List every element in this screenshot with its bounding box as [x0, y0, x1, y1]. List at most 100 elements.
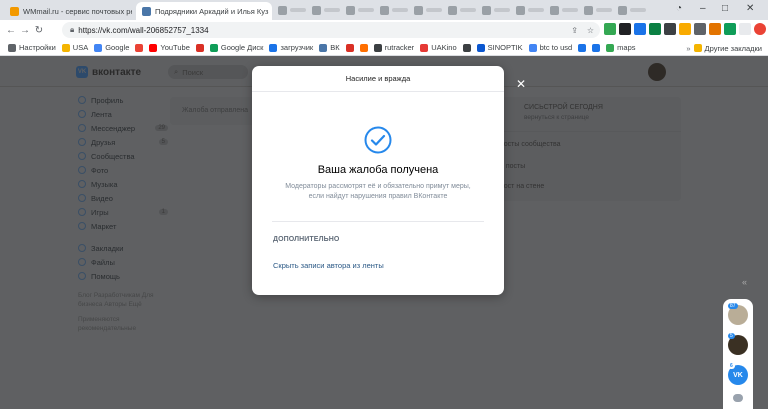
bookmark-item[interactable]: maps — [606, 43, 636, 52]
sidebar-item-market[interactable]: Маркет — [78, 219, 168, 233]
community-card: СИСЬСТРОЙ СЕГОДНЯ вернуться к странице п… — [498, 97, 681, 201]
uakino-icon — [420, 43, 429, 52]
extension-icon[interactable] — [709, 23, 721, 35]
unread-count-badge: 29 — [155, 125, 168, 131]
bookmark-item[interactable]: rutracker — [373, 43, 414, 52]
sidebar-item-messenger[interactable]: Мессенджер 29 — [78, 121, 168, 135]
unread-badge: 87 — [728, 303, 738, 309]
tab-mini[interactable] — [550, 4, 582, 16]
chat-avatar[interactable]: 87 — [728, 303, 748, 325]
bookmark-item[interactable]: UAKino — [420, 43, 457, 52]
tab-vk[interactable]: Подрядники Аркадий и Илья Куз ✕ — [136, 2, 272, 20]
extension-icon[interactable] — [724, 23, 736, 35]
reload-icon[interactable]: ↻ — [32, 25, 46, 36]
bookmark-item[interactable] — [345, 43, 354, 52]
bookmark-item[interactable] — [135, 43, 144, 52]
chat-avatar[interactable]: 5 — [728, 333, 748, 355]
sidebar-item-profile[interactable]: Профиль — [78, 93, 168, 107]
tab-mini[interactable] — [448, 4, 480, 16]
maps-icon — [606, 43, 615, 52]
collapse-chevron-icon[interactable]: « — [742, 277, 747, 287]
vk-favicon-icon — [142, 6, 151, 16]
window-close-icon[interactable]: ✕ — [746, 3, 754, 14]
sidebar-item-communities[interactable]: Сообщества — [78, 149, 168, 163]
maximize-icon[interactable]: □ — [722, 3, 728, 14]
history-icon[interactable]: ◔ — [676, 3, 682, 14]
tab-mini[interactable] — [584, 4, 616, 16]
bookmark-item[interactable]: загрузчик — [269, 43, 313, 52]
bookmark-item[interactable]: Google — [94, 43, 129, 52]
tab-mini[interactable] — [312, 4, 344, 16]
divider — [272, 221, 484, 222]
minimize-icon[interactable]: – — [700, 3, 706, 14]
sidebar-item-files[interactable]: Файлы — [78, 255, 168, 269]
bookmark-item[interactable]: btc to usd — [528, 43, 572, 52]
tab-wmmail[interactable]: WMmail.ru - сервис почтовых ре ✕ — [4, 2, 132, 20]
vk-chat-icon[interactable]: VK 6 — [728, 363, 748, 385]
community-name[interactable]: СИСЬСТРОЙ СЕГОДНЯ — [524, 104, 603, 111]
tab-title: WMmail.ru - сервис почтовых ре — [23, 6, 132, 16]
yandex-icon — [135, 43, 144, 52]
sidebar-item-games[interactable]: Игры 1 — [78, 205, 168, 219]
puzzle-icon[interactable] — [739, 23, 751, 35]
extension-icon[interactable] — [664, 23, 676, 35]
tab-close-icon[interactable]: ✕ — [268, 7, 272, 16]
bookmark-icon — [578, 43, 587, 52]
sidebar-item-photos[interactable]: Фото — [78, 163, 168, 177]
sidebar-item-help[interactable]: Помощь — [78, 269, 168, 283]
extension-icon[interactable] — [649, 23, 661, 35]
bookmark-item[interactable] — [359, 43, 368, 52]
sidebar-item-feed[interactable]: Лента — [78, 107, 168, 121]
sidebar-item-video[interactable]: Видео — [78, 191, 168, 205]
bookmark-item[interactable]: SINOPTIK — [476, 43, 523, 52]
sidebar-item-friends[interactable]: Друзья 5 — [78, 135, 168, 149]
bookmark-item[interactable] — [195, 43, 204, 52]
community-menu-item[interactable]: пост на стене — [500, 183, 544, 190]
download-icon — [269, 43, 278, 52]
tab-mini[interactable] — [414, 4, 446, 16]
tab-mini[interactable] — [346, 4, 378, 16]
sidebar-item-bookmarks[interactable]: Закладки — [78, 241, 168, 255]
hide-author-posts-link[interactable]: Скрыть записи автора из ленты — [273, 261, 384, 270]
bookmark-item[interactable]: Настройки — [8, 43, 56, 52]
bookmark-item[interactable]: ВК — [319, 43, 340, 52]
extension-icon[interactable] — [634, 23, 646, 35]
vk-search-input[interactable]: ⌕ Поиск — [168, 65, 248, 79]
message-icon[interactable] — [733, 394, 743, 402]
back-icon[interactable]: ← — [4, 25, 18, 36]
sidebar-item-music[interactable]: Музыка — [78, 177, 168, 191]
tab-mini[interactable] — [482, 4, 514, 16]
tab-mini[interactable] — [380, 4, 412, 16]
extension-icon[interactable] — [679, 23, 691, 35]
tab-mini[interactable] — [278, 4, 310, 16]
bookmark-icon — [345, 43, 354, 52]
games-count-badge: 1 — [158, 209, 168, 215]
tab-mini[interactable] — [618, 4, 650, 16]
forward-icon[interactable]: → — [18, 25, 32, 36]
bookmark-star-icon[interactable]: ☆ — [587, 26, 594, 35]
bookmark-item[interactable] — [578, 43, 587, 52]
tab-favicon-icon — [482, 5, 491, 15]
extension-icon[interactable] — [694, 23, 706, 35]
extension-icon[interactable] — [619, 23, 631, 35]
vk-logo[interactable]: VK вконтакте — [76, 66, 141, 78]
bookmark-item[interactable] — [462, 43, 471, 52]
url-field[interactable]: 🔒︎ https://vk.com/wall-206852757_1334 ⇪ … — [62, 22, 600, 38]
modal-close-icon[interactable]: ✕ — [514, 77, 528, 91]
user-avatar[interactable] — [648, 63, 666, 81]
bookmark-item[interactable]: Google Диск — [209, 43, 263, 52]
friends-count-badge: 5 — [158, 139, 168, 145]
sidebar-footer-links[interactable]: Блог Разработчикам Для бизнеса Авторы Ещ… — [78, 291, 164, 309]
bookmark-item[interactable]: YouTube — [149, 43, 190, 52]
help-icon — [78, 272, 86, 280]
profile-avatar-icon[interactable] — [754, 23, 766, 35]
extension-icon[interactable] — [604, 23, 616, 35]
community-return-link[interactable]: вернуться к странице — [524, 114, 589, 121]
bookmarks-icon — [78, 244, 86, 252]
tab-mini[interactable] — [516, 4, 548, 16]
bookmark-item[interactable] — [592, 43, 601, 52]
share-icon[interactable]: ⇪ — [571, 26, 578, 35]
other-bookmarks[interactable]: » Другие закладки — [686, 40, 762, 56]
bookmark-item[interactable]: USA — [61, 43, 88, 52]
community-menu-item[interactable]: посты сообщества — [500, 141, 561, 148]
